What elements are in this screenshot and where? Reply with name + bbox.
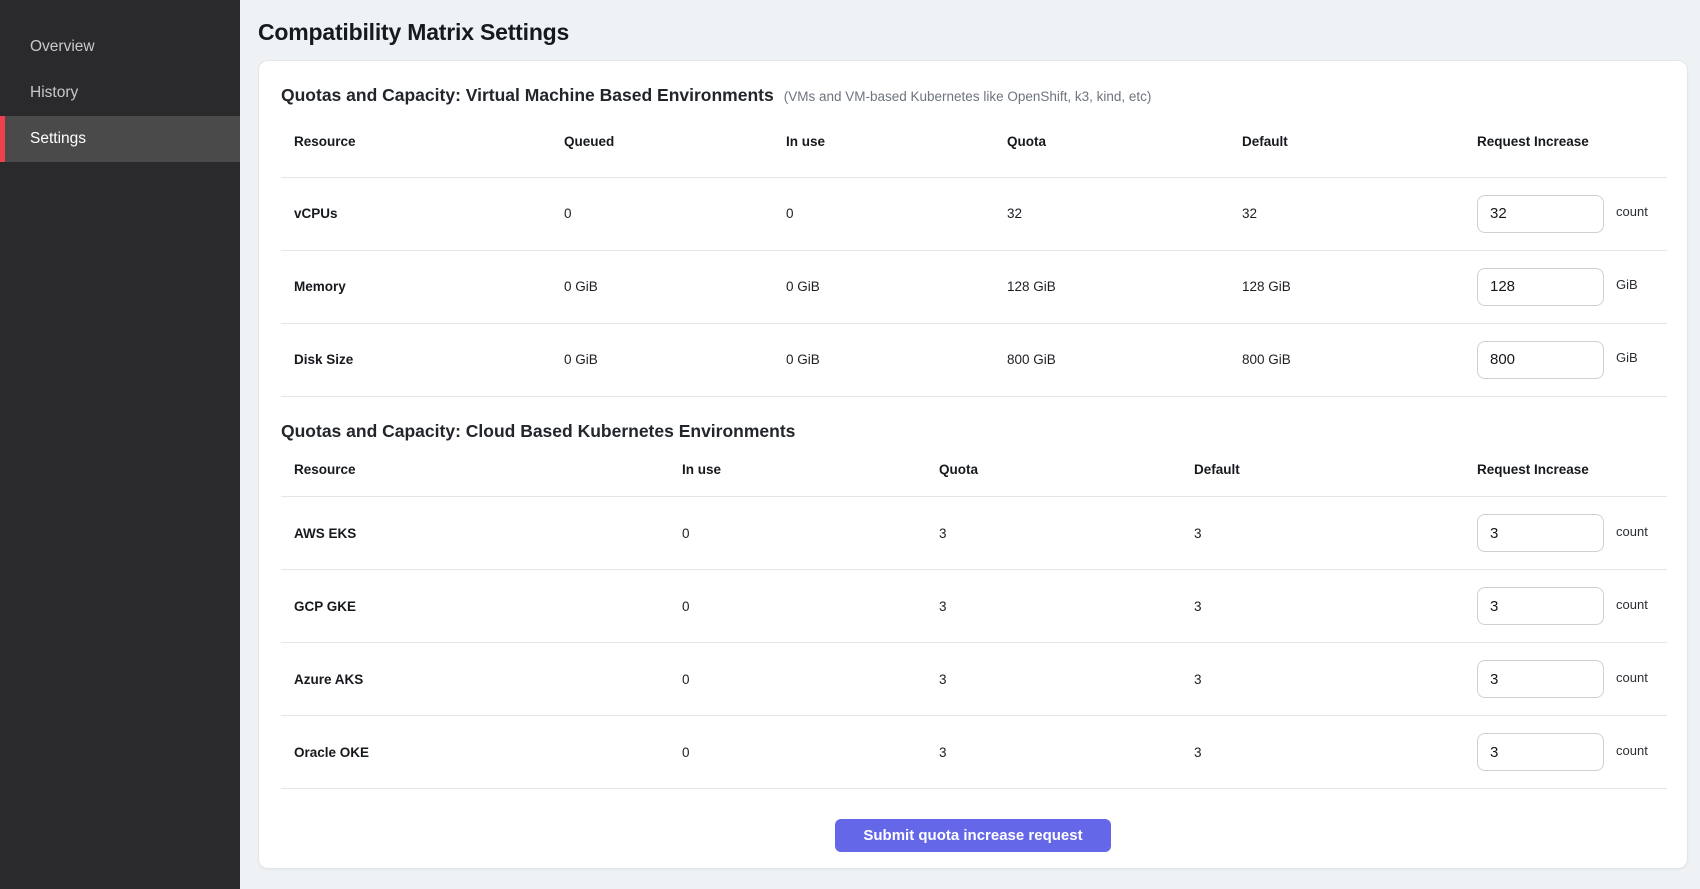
vm-section-header: Quotas and Capacity: Virtual Machine Bas… [281,83,1665,107]
vm-table-header-row: Resource Queued In use Quota Default Req… [281,107,1667,177]
quota-value: 800 GiB [1007,323,1242,396]
unit-label: count [1616,743,1648,758]
cloud-table-header-row: Resource In use Quota Default Request In… [281,443,1667,497]
azure-aks-request-input[interactable] [1477,660,1604,698]
quota-value: 3 [939,497,1194,570]
default-value: 3 [1194,497,1477,570]
column-header-quota: Quota [939,443,1194,497]
column-header-queued: Queued [564,107,786,177]
table-row-azure-aks: Azure AKS 0 3 3 count [281,643,1667,716]
request-increase-cell: count [1477,733,1667,771]
sidebar-item-label: Overview [30,38,95,56]
resource-name: Oracle OKE [281,716,682,789]
aws-eks-request-input[interactable] [1477,514,1604,552]
column-header-in-use: In use [786,107,1007,177]
unit-label: count [1616,670,1648,685]
resource-name: Disk Size [281,323,564,396]
quota-value: 128 GiB [1007,250,1242,323]
cloud-quota-table: Resource In use Quota Default Request In… [281,443,1667,790]
column-header-resource: Resource [281,107,564,177]
queued-value: 0 GiB [564,323,786,396]
default-value: 32 [1242,177,1477,250]
in-use-value: 0 [682,570,939,643]
table-row-oracle-oke: Oracle OKE 0 3 3 count [281,716,1667,789]
gcp-gke-request-input[interactable] [1477,587,1604,625]
default-value: 3 [1194,716,1477,789]
sidebar-item-label: Settings [30,130,86,148]
column-header-in-use: In use [682,443,939,497]
vcpus-request-input[interactable] [1477,195,1604,233]
in-use-value: 0 GiB [786,323,1007,396]
table-row-gcp-gke: GCP GKE 0 3 3 count [281,570,1667,643]
unit-label: GiB [1616,277,1638,292]
default-value: 3 [1194,570,1477,643]
memory-request-input[interactable] [1477,268,1604,306]
sidebar-item-label: History [30,84,78,102]
app-window: Overview History Settings Compatibility … [0,0,1700,889]
in-use-value: 0 [682,643,939,716]
page-title: Compatibility Matrix Settings [258,18,1685,46]
resource-name: AWS EKS [281,497,682,570]
quota-value: 3 [939,643,1194,716]
in-use-value: 0 [682,716,939,789]
default-value: 800 GiB [1242,323,1477,396]
unit-label: GiB [1616,350,1638,365]
queued-value: 0 GiB [564,250,786,323]
request-increase-cell: count [1477,514,1667,552]
unit-label: count [1616,524,1648,539]
default-value: 3 [1194,643,1477,716]
quota-value: 32 [1007,177,1242,250]
request-increase-cell: GiB [1477,341,1667,379]
sidebar-item-settings[interactable]: Settings [0,116,240,162]
request-increase-cell: count [1477,587,1667,625]
request-increase-cell: count [1477,195,1667,233]
resource-name: GCP GKE [281,570,682,643]
settings-card: Quotas and Capacity: Virtual Machine Bas… [258,60,1688,869]
default-value: 128 GiB [1242,250,1477,323]
cloud-section-title: Quotas and Capacity: Cloud Based Kuberne… [281,419,795,443]
disk-size-request-input[interactable] [1477,341,1604,379]
table-row-aws-eks: AWS EKS 0 3 3 count [281,497,1667,570]
sidebar-item-overview[interactable]: Overview [0,24,240,70]
column-header-quota: Quota [1007,107,1242,177]
table-row-vcpus: vCPUs 0 0 32 32 count [281,177,1667,250]
table-row-memory: Memory 0 GiB 0 GiB 128 GiB 128 GiB GiB [281,250,1667,323]
quota-value: 3 [939,716,1194,789]
column-header-resource: Resource [281,443,682,497]
sidebar-item-history[interactable]: History [0,70,240,116]
column-header-request-increase: Request Increase [1477,107,1667,177]
in-use-value: 0 [786,177,1007,250]
resource-name: Azure AKS [281,643,682,716]
unit-label: count [1616,204,1648,219]
submit-row: Submit quota increase request [281,789,1665,852]
in-use-value: 0 [682,497,939,570]
sidebar: Overview History Settings [0,0,240,889]
table-row-disk-size: Disk Size 0 GiB 0 GiB 800 GiB 800 GiB Gi… [281,323,1667,396]
column-header-default: Default [1194,443,1477,497]
submit-quota-increase-button[interactable]: Submit quota increase request [835,819,1110,852]
column-header-request-increase: Request Increase [1477,443,1667,497]
request-increase-cell: count [1477,660,1667,698]
vm-quota-table: Resource Queued In use Quota Default Req… [281,107,1667,397]
unit-label: count [1616,597,1648,612]
resource-name: Memory [281,250,564,323]
vm-section-title: Quotas and Capacity: Virtual Machine Bas… [281,83,774,107]
resource-name: vCPUs [281,177,564,250]
request-increase-cell: GiB [1477,268,1667,306]
cloud-section-header: Quotas and Capacity: Cloud Based Kuberne… [281,419,1665,443]
vm-section-subtitle: (VMs and VM-based Kubernetes like OpenSh… [784,89,1152,104]
main-content: Compatibility Matrix Settings Quotas and… [240,0,1700,889]
quota-value: 3 [939,570,1194,643]
oracle-oke-request-input[interactable] [1477,733,1604,771]
column-header-default: Default [1242,107,1477,177]
in-use-value: 0 GiB [786,250,1007,323]
queued-value: 0 [564,177,786,250]
